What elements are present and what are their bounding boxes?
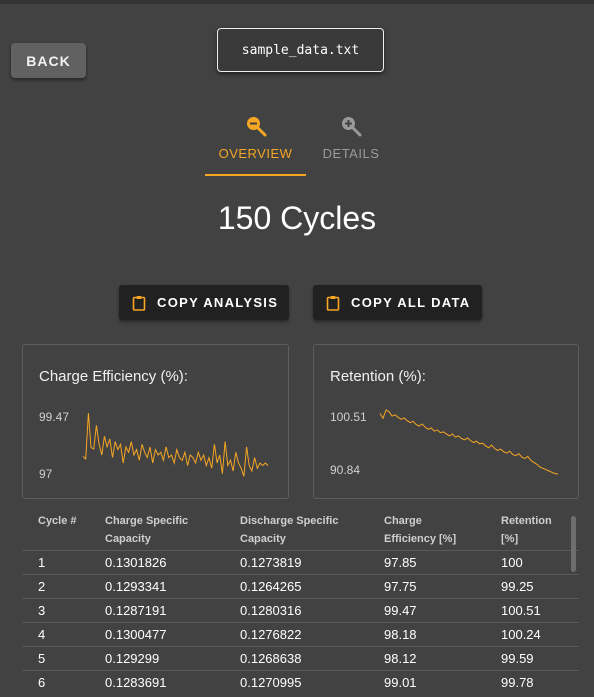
header-cycle: Cycle # bbox=[38, 515, 77, 527]
cell-discharge-capacity: 0.1280316 bbox=[240, 603, 302, 618]
copy-analysis-label: COPY ANALYSIS bbox=[157, 295, 279, 310]
cell-discharge-capacity: 0.1276822 bbox=[240, 627, 302, 642]
cell-charge-capacity: 0.1287191 bbox=[105, 603, 167, 618]
charge-efficiency-min-label: 97 bbox=[39, 467, 53, 481]
tab-details-label: DETAILS bbox=[322, 146, 380, 161]
table-row: 4 0.1300477 0.1276822 98.18 100.24 bbox=[22, 622, 579, 646]
charge-efficiency-sparkline bbox=[82, 412, 269, 477]
cell-discharge-capacity: 0.1270995 bbox=[240, 675, 302, 690]
cell-retention: 99.59 bbox=[501, 651, 534, 666]
table-row: 2 0.1293341 0.1264265 97.75 99.25 bbox=[22, 574, 579, 598]
header-retention: Retention [%] bbox=[501, 515, 552, 545]
charge-efficiency-max-label: 99.47 bbox=[39, 410, 70, 424]
header-discharge-capacity: Discharge Specific Capacity bbox=[240, 515, 339, 545]
zoom-in-icon bbox=[342, 117, 362, 137]
cell-charge-efficiency: 97.75 bbox=[384, 579, 417, 594]
cell-retention: 99.25 bbox=[501, 579, 534, 594]
tab-details[interactable]: DETAILS bbox=[308, 114, 394, 176]
cell-cycle: 3 bbox=[38, 603, 46, 618]
table-row: 3 0.1287191 0.1280316 99.47 100.51 bbox=[22, 598, 579, 622]
copy-all-data-button[interactable]: COPY ALL DATA bbox=[313, 285, 482, 320]
cell-cycle: 4 bbox=[38, 627, 46, 642]
cell-discharge-capacity: 0.1273819 bbox=[240, 555, 302, 570]
cycle-data-table: Cycle # Charge Specific Capacity Dischar… bbox=[22, 508, 579, 697]
tab-active-indicator bbox=[205, 174, 306, 176]
retention-card: Retention (%): 100.51 90.84 bbox=[313, 344, 579, 499]
cell-retention: 100 bbox=[501, 555, 523, 570]
top-strip bbox=[0, 0, 594, 4]
cell-charge-capacity: 0.1293341 bbox=[105, 579, 167, 594]
charge-efficiency-card: Charge Efficiency (%): 99.47 97 bbox=[22, 344, 289, 499]
cell-cycle: 5 bbox=[38, 651, 46, 666]
cell-charge-capacity: 0.1283691 bbox=[105, 675, 167, 690]
retention-sparkline bbox=[379, 409, 559, 475]
header-charge-capacity: Charge Specific Capacity bbox=[105, 515, 189, 545]
back-button[interactable]: BACK bbox=[11, 43, 86, 78]
cycle-count-title: 150 Cycles bbox=[217, 200, 377, 236]
cell-retention: 100.24 bbox=[501, 627, 541, 642]
cell-charge-efficiency: 99.01 bbox=[384, 675, 417, 690]
retention-series-line bbox=[379, 409, 559, 475]
file-name-chip: sample_data.txt bbox=[217, 28, 384, 72]
table-header: Cycle # Charge Specific Capacity Dischar… bbox=[22, 508, 579, 548]
cell-retention: 99.78 bbox=[501, 675, 534, 690]
table-row: 6 0.1283691 0.1270995 99.01 99.78 bbox=[22, 670, 579, 694]
copy-all-data-label: COPY ALL DATA bbox=[351, 295, 471, 310]
charge-efficiency-series-line bbox=[82, 412, 269, 477]
retention-min-label: 90.84 bbox=[330, 463, 361, 477]
cell-cycle: 2 bbox=[38, 579, 46, 594]
retention-title: Retention (%): bbox=[330, 368, 426, 385]
cell-retention: 100.51 bbox=[501, 603, 541, 618]
cell-charge-efficiency: 98.12 bbox=[384, 651, 417, 666]
cell-charge-efficiency: 99.47 bbox=[384, 603, 417, 618]
clipboard-icon bbox=[132, 295, 146, 311]
cell-cycle: 6 bbox=[38, 675, 46, 690]
zoom-out-icon bbox=[246, 117, 266, 137]
clipboard-icon bbox=[326, 295, 340, 311]
charge-efficiency-title: Charge Efficiency (%): bbox=[39, 368, 188, 385]
table-row: 5 0.129299 0.1268638 98.12 99.59 bbox=[22, 646, 579, 670]
table-row: 1 0.1301826 0.1273819 97.85 100 bbox=[22, 550, 579, 574]
cell-charge-capacity: 0.1301826 bbox=[105, 555, 167, 570]
table-scrollbar[interactable] bbox=[571, 516, 576, 572]
cell-charge-capacity: 0.1300477 bbox=[105, 627, 167, 642]
cell-discharge-capacity: 0.1264265 bbox=[240, 579, 302, 594]
tab-overview-label: OVERVIEW bbox=[218, 146, 293, 161]
cell-charge-capacity: 0.129299 bbox=[105, 651, 160, 666]
header-charge-efficiency: Charge Efficiency [%] bbox=[384, 515, 457, 545]
cell-discharge-capacity: 0.1268638 bbox=[240, 651, 302, 666]
retention-max-label: 100.51 bbox=[330, 410, 367, 424]
cell-cycle: 1 bbox=[38, 555, 46, 570]
copy-analysis-button[interactable]: COPY ANALYSIS bbox=[119, 285, 289, 320]
cell-charge-efficiency: 97.85 bbox=[384, 555, 417, 570]
tab-overview[interactable]: OVERVIEW bbox=[205, 114, 306, 176]
cell-charge-efficiency: 98.18 bbox=[384, 627, 417, 642]
